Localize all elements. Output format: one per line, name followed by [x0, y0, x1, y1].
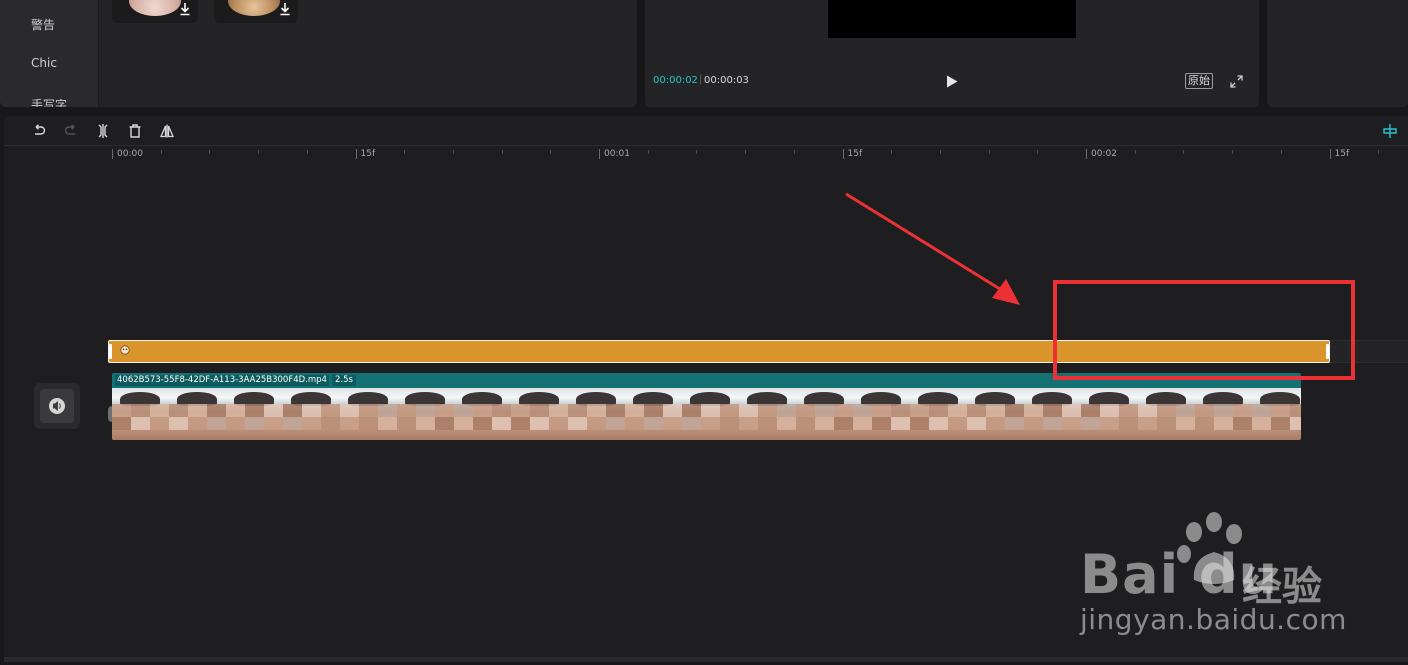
ruler-minor-tick [988, 150, 990, 154]
filmstrip-frame [682, 388, 739, 440]
watermark-url: jingyan.baidu.com [1080, 603, 1347, 636]
filmstrip-frame [1138, 388, 1195, 440]
ruler-minor-tick [647, 150, 649, 154]
download-icon[interactable] [279, 2, 291, 16]
clip-filename: 4062B573-55F8-42DF-A113-3AA25B300F4D.mp4 [115, 375, 329, 386]
baidu-jingyan-watermark: Bai du 经验 jingyan.baidu.com [1070, 510, 1370, 640]
snap-icon[interactable] [1382, 124, 1398, 138]
ruler-major-tick [842, 149, 844, 159]
filmstrip-frame [568, 388, 625, 440]
ruler-major-tick [1329, 149, 1331, 159]
filmstrip-frame [1252, 388, 1301, 440]
volume-icon [49, 398, 65, 414]
filmstrip-frame [112, 388, 169, 440]
properties-panel [1267, 0, 1408, 107]
sticker-thumbnail[interactable] [112, 0, 198, 23]
filmstrip-frame [1195, 388, 1252, 440]
ruler-minor-tick [1134, 150, 1136, 154]
original-ratio-button[interactable]: 原始 [1185, 73, 1213, 89]
mirror-icon[interactable] [160, 124, 174, 138]
ruler-minor-tick [1378, 150, 1380, 154]
materials-panel: 警告 Chic 手写字 [0, 0, 637, 107]
ruler-minor-tick [1037, 150, 1039, 154]
filmstrip-frame [283, 388, 340, 440]
track-audio-toggle[interactable] [34, 383, 80, 429]
delete-icon[interactable] [128, 124, 142, 138]
ruler-major-tick [112, 149, 113, 159]
redo-icon[interactable] [64, 124, 78, 138]
category-item-warning[interactable]: 警告 [0, 16, 99, 33]
ruler-label: 00:01 [604, 149, 630, 159]
split-icon[interactable] [96, 124, 110, 138]
ruler-major-tick [1086, 149, 1087, 159]
annotation-arrow [845, 192, 1020, 305]
filmstrip-frame [910, 388, 967, 440]
filmstrip-frame [454, 388, 511, 440]
ruler-label: 00:00 [117, 149, 143, 159]
undo-icon[interactable] [32, 124, 46, 138]
total-timecode: 00:00:03 [704, 75, 749, 86]
filmstrip-frame [226, 388, 283, 440]
ruler-minor-tick [452, 150, 454, 154]
ruler-minor-tick [306, 150, 308, 154]
ruler-minor-tick [891, 150, 893, 154]
ruler-minor-tick [1183, 150, 1185, 154]
current-timecode: 00:00:02 [653, 75, 698, 86]
timeline-scrollbar[interactable] [4, 657, 1408, 662]
clip-trim-handle-left[interactable] [109, 344, 112, 359]
ruler-minor-tick [939, 150, 941, 154]
ruler-label: 15f [360, 149, 376, 159]
clip-filmstrip [112, 388, 1301, 440]
filmstrip-frame [796, 388, 853, 440]
category-list: 警告 Chic 手写字 [0, 0, 99, 107]
ruler-label: 15f [1334, 149, 1350, 159]
category-item-handwriting[interactable]: 手写字 [0, 96, 99, 107]
filmstrip-frame [1024, 388, 1081, 440]
ruler-minor-tick [793, 150, 795, 154]
timeline-toolbar [4, 116, 1408, 146]
ruler-minor-tick [160, 150, 162, 154]
time-ruler[interactable]: 00:00 15f 00:01 15f 00:02 15f [4, 146, 1408, 160]
track-audio-toggle-face [40, 389, 74, 423]
filmstrip-frame [511, 388, 568, 440]
ruler-minor-tick [1232, 150, 1234, 154]
ruler-minor-tick [501, 150, 503, 154]
filmstrip-frame [397, 388, 454, 440]
ruler-major-tick [355, 149, 357, 159]
download-icon[interactable] [179, 2, 191, 16]
ruler-minor-tick [550, 150, 552, 154]
ruler-minor-tick [745, 150, 747, 154]
filmstrip-frame [1081, 388, 1138, 440]
filmstrip-frame [169, 388, 226, 440]
preview-video [828, 0, 1076, 38]
category-item-chic[interactable]: Chic [0, 56, 99, 70]
clip-duration: 2.5s [332, 375, 356, 386]
sticker-thumbnail[interactable] [214, 0, 298, 23]
preview-panel: 00:00:02 | 00:00:03 原始 [645, 0, 1259, 107]
play-icon[interactable] [946, 75, 958, 88]
video-clip[interactable]: 4062B573-55F8-42DF-A113-3AA25B300F4D.mp4… [112, 373, 1301, 440]
ruler-minor-tick [404, 150, 406, 154]
fullscreen-icon[interactable] [1230, 75, 1243, 88]
ruler-minor-tick [696, 150, 698, 154]
filmstrip-frame [967, 388, 1024, 440]
ruler-minor-tick [258, 150, 260, 154]
timecode-separator: | [699, 74, 703, 85]
filmstrip-frame [625, 388, 682, 440]
ruler-label: 15f [847, 149, 863, 159]
annotation-highlight-box [1053, 280, 1355, 380]
ruler-major-tick [599, 149, 600, 159]
ruler-label: 00:02 [1091, 149, 1117, 159]
filmstrip-frame [340, 388, 397, 440]
ruler-minor-tick [209, 150, 211, 154]
ruler-minor-tick [1280, 150, 1282, 154]
sticker-icon [120, 345, 130, 355]
filmstrip-frame [739, 388, 796, 440]
filmstrip-frame [853, 388, 910, 440]
thumbnail-image [228, 0, 280, 16]
thumbnail-image [129, 0, 181, 16]
